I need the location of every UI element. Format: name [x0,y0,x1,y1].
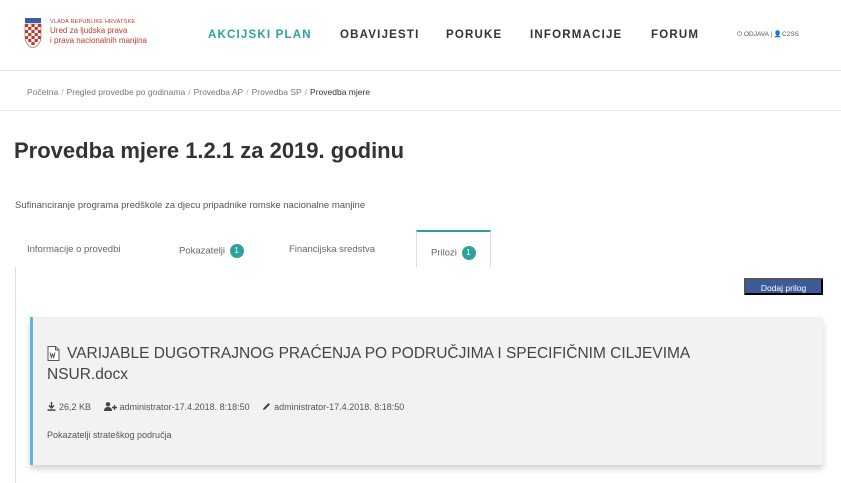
top-header: VLADA REPUBLIKE HRVATSKE Ured za ljudska… [0,0,841,70]
nav-poruke[interactable]: PORUKE [446,29,502,41]
file-size-value: 26,2 KB [59,402,92,412]
tab-bar: Informacije o provedbi Pokazatelji 1 Fin… [15,230,841,268]
breadcrumb-divider [0,110,841,111]
org-government-label: VLADA REPUBLIKE HRVATSKE [50,19,136,25]
breadcrumb-provedba-ap[interactable]: Provedba AP [194,87,244,97]
breadcrumb-overview-by-year[interactable]: Pregled provedbe po godinama [67,87,186,97]
header-divider [0,70,841,71]
page-title: Provedba mjere 1.2.1 za 2019. godinu [14,138,404,164]
user-plus-icon [103,402,117,411]
breadcrumb-home[interactable]: Početna [27,87,58,97]
attachment-description: Pokazatelji strateškog područja [47,430,172,440]
croatian-coat-of-arms-logo[interactable] [24,18,42,48]
user-links[interactable]: ⏻ ODJAVA | 👤C2SS [737,30,799,39]
measure-number: 1.2.1 [185,138,235,163]
nav-akcijski-plan[interactable]: AKCIJSKI PLAN [208,29,312,41]
tab-label: Prilozi [431,247,457,259]
tab-financijska-sredstva[interactable]: Financijska sredstva [289,230,375,268]
breadcrumb: Početna / Pregled provedbe po godinama / Pro… [27,87,371,97]
attachment-meta: 26,2 KB administrator-17.4.2018. 8:18:50… [47,402,414,412]
count-badge: 1 [461,246,476,260]
attachment-file-link[interactable]: VARIJABLE DUGOTRAJNOG PRAĆENJA PO PODRUČ… [47,343,767,385]
breadcrumb-provedba-sp[interactable]: Provedba SP [252,87,302,97]
org-name-line2: i prava nacionalnih manjina [50,36,147,45]
file-size: 26,2 KB [47,402,94,412]
tab-informacije-o-provedbi[interactable]: Informacije o provedbi [27,230,120,268]
file-created: administrator-17.4.2018. 8:18:50 [103,402,253,412]
attachment-card [30,317,823,465]
file-modified-value: administrator-17.4.2018. 8:18:50 [274,402,405,412]
page-title-suffix: za 2019. godinu [234,138,405,163]
measure-description: Sufinanciranje programa predškole za dje… [15,200,366,211]
page-title-prefix: Provedba mjere [14,138,186,163]
org-name-line1: Ured za ljudska prava [50,26,128,35]
breadcrumb-current: Provedba mjere [310,87,371,97]
file-created-value: administrator-17.4.2018. 8:18:50 [119,402,250,412]
tab-label: Financijska sredstva [289,244,376,255]
nav-informacije[interactable]: INFORMACIJE [530,29,622,41]
tab-label: Informacije o provedbi [27,244,121,255]
nav-obavijesti[interactable]: OBAVIJESTI [340,29,420,41]
pencil-icon [263,403,271,410]
tab-pokazatelji[interactable]: Pokazatelji 1 [179,230,244,268]
download-icon [47,402,56,411]
tab-label: Pokazatelji [179,245,225,257]
file-modified: administrator-17.4.2018. 8:18:50 [262,402,404,412]
count-badge: 1 [229,244,244,258]
nav-forum[interactable]: FORUM [651,29,699,41]
organization-name[interactable]: VLADA REPUBLIKE HRVATSKE Ured za ljudska… [50,18,147,46]
tab-prilozi[interactable]: Prilozi 1 [416,230,491,268]
add-attachment-button[interactable]: Dodaj prilog [744,278,823,295]
